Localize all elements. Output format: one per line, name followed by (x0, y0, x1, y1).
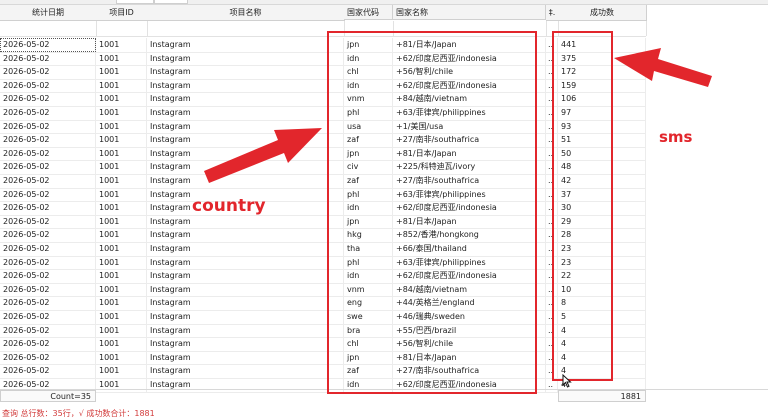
mouse-cursor-icon (562, 374, 572, 388)
country-arrow-icon (204, 128, 322, 183)
sms-arrow-icon (614, 48, 712, 87)
country-annotation-label: country (192, 196, 266, 216)
annotation-arrows (204, 48, 712, 183)
sms-annotation-label: sms (659, 128, 693, 146)
